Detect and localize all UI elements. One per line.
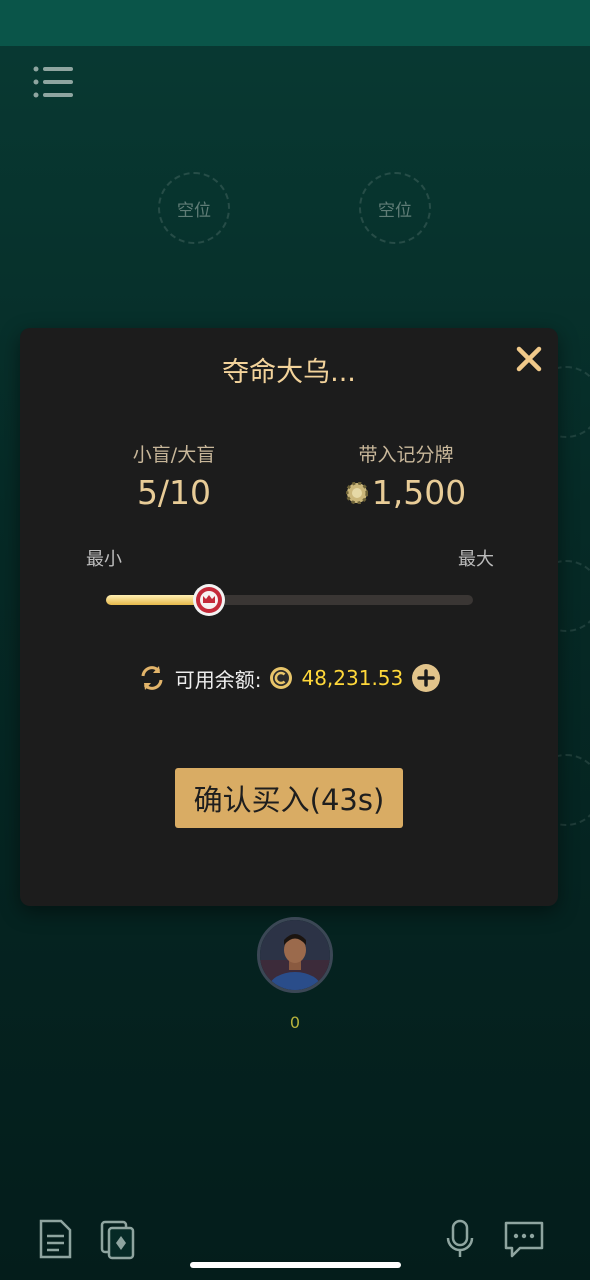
chat-icon[interactable] <box>502 1218 546 1260</box>
buyin-value-row: 1,500 <box>296 473 516 512</box>
seat-label: 空位 <box>378 200 412 221</box>
menu-icon[interactable] <box>30 62 76 102</box>
refresh-icon[interactable] <box>137 663 167 693</box>
blinds-label: 小盲/大盲 <box>132 444 216 466</box>
home-indicator <box>190 1262 401 1268</box>
max-label: 最大 <box>458 549 494 570</box>
player-score: 0 <box>289 1013 301 1032</box>
empty-seat-2[interactable]: 空位 <box>359 172 431 244</box>
slider-thumb-icon[interactable] <box>192 583 226 617</box>
blinds-value: 5/10 <box>136 473 212 512</box>
balance-row: 可用余额: 48,231.53 <box>20 660 558 696</box>
blinds-info: 小盲/大盲 5/10 <box>64 440 284 512</box>
buyin-info: 带入记分牌 1,500 <box>296 440 516 512</box>
plus-icon[interactable] <box>411 663 441 693</box>
top-strip <box>0 0 590 46</box>
buyin-slider[interactable] <box>106 584 473 616</box>
coin-icon <box>270 667 293 689</box>
dialog-title: 夺命大乌... <box>222 357 356 388</box>
buyin-value: 1,500 <box>371 473 467 512</box>
buyin-label: 带入记分牌 <box>358 444 454 466</box>
seat-label: 空位 <box>177 200 211 221</box>
microphone-icon[interactable] <box>440 1218 480 1260</box>
document-icon[interactable] <box>35 1218 75 1260</box>
close-icon[interactable] <box>514 344 544 374</box>
min-label: 最小 <box>86 549 122 570</box>
balance-value: 48,231.53 <box>301 666 404 690</box>
cards-icon[interactable] <box>98 1218 138 1260</box>
avatar[interactable] <box>257 917 333 993</box>
chip-icon <box>345 481 368 504</box>
buy-in-dialog: 夺命大乌... 小盲/大盲 5/10 带入记分牌 1,500 最小 最大 可用余… <box>20 328 558 906</box>
player-portrait-icon <box>260 920 330 990</box>
confirm-buyin-button[interactable]: 确认买入(43s) <box>175 768 403 828</box>
empty-seat-1[interactable]: 空位 <box>158 172 230 244</box>
balance-label: 可用余额: <box>174 667 262 692</box>
